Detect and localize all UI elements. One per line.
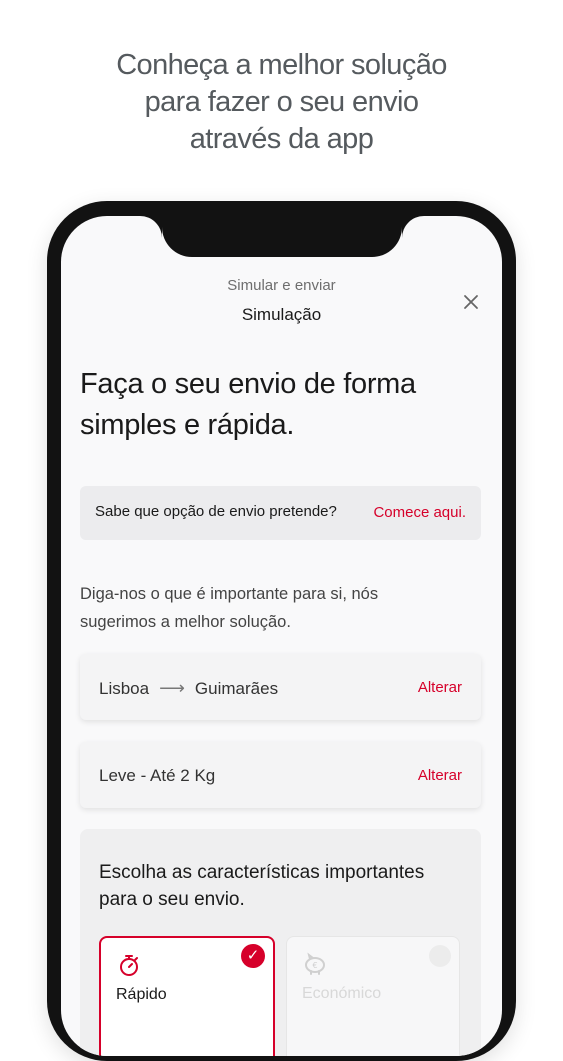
option-label: Rápido — [116, 986, 167, 1003]
route-destination: Guimarães — [194, 679, 279, 698]
intro-line: sugerimos a melhor solução. — [80, 613, 291, 631]
weight-card: Leve - Até 2 Kg Alterar — [80, 742, 481, 808]
features-heading-line: Escolha as características importantes — [99, 862, 425, 883]
unselected-radio-icon — [429, 945, 451, 967]
route-card: Lisboa ⟶ Guimarães Alterar — [80, 654, 481, 720]
known-option-banner: Sabe que opção de envio pretende? Comece… — [80, 486, 481, 540]
banner-question: Sabe que opção de envio pretende? — [95, 503, 337, 520]
start-here-link[interactable]: Comece aqui. — [373, 504, 466, 521]
intro-line: Diga-nos o que é importante para si, nós — [80, 585, 379, 603]
header-subtitle: Simular e enviar — [227, 277, 336, 294]
change-weight-link[interactable]: Alterar — [418, 767, 462, 784]
notch-corner — [402, 216, 424, 238]
hero-heading: Faça o seu envio de forma simples e rápi… — [80, 364, 480, 446]
page-title: Simulação — [241, 305, 322, 324]
notch-corner — [140, 216, 162, 238]
route-value: Lisboa ⟶ Guimarães — [99, 678, 278, 699]
hero-line: simples e rápida. — [80, 409, 295, 441]
option-fast[interactable]: ✓ Rápido — [99, 936, 275, 1056]
close-icon — [464, 295, 478, 309]
option-label: Económico — [302, 985, 382, 1002]
promo-headline: Conheça a melhor solução para fazer o se… — [0, 47, 563, 158]
close-button[interactable] — [459, 290, 483, 314]
svg-text:€: € — [312, 961, 317, 970]
features-panel: Escolha as características importantes p… — [80, 829, 481, 1056]
phone-screen: Simular e enviar Simulação Faça o seu en… — [61, 216, 502, 1056]
promo-headline-line: Conheça a melhor solução — [116, 49, 447, 81]
change-route-link[interactable]: Alterar — [418, 679, 462, 696]
option-economic[interactable]: € Económico — [286, 936, 460, 1056]
features-heading: Escolha as características importantes p… — [99, 859, 469, 913]
phone-notch — [162, 201, 402, 257]
arrow-right-icon: ⟶ — [159, 678, 185, 698]
piggy-bank-icon: € — [305, 952, 325, 975]
intro-text: Diga-nos o que é importante para si, nós… — [80, 580, 480, 636]
promo-headline-line: através da app — [189, 123, 374, 155]
selected-check-icon: ✓ — [241, 944, 265, 968]
hero-line: Faça o seu envio de forma — [80, 368, 416, 400]
features-heading-line: para o seu envio. — [99, 889, 245, 910]
weight-value: Leve - Até 2 Kg — [99, 766, 216, 785]
promo-headline-line: para fazer o seu envio — [144, 86, 419, 118]
route-origin: Lisboa — [99, 679, 150, 698]
stopwatch-icon — [120, 955, 138, 976]
